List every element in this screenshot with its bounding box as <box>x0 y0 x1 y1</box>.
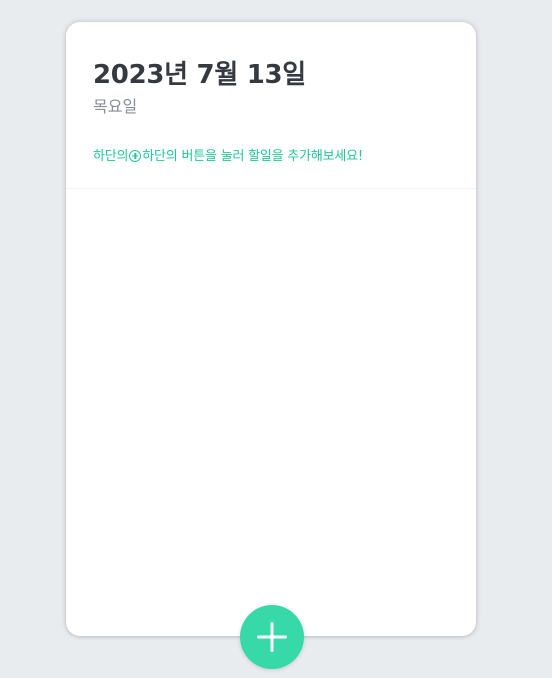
plus-circle-icon <box>129 150 142 162</box>
hint-text-before: 하단의 <box>93 149 129 164</box>
weekday-label: 목요일 <box>93 97 138 116</box>
todo-list <box>66 189 476 635</box>
todo-header: 2023년 7월 13일 목요일 하단의 하단의 버튼을 눌러 할일을 추가해보세… <box>66 22 476 189</box>
hint-text-after: 하단의 버튼을 눌러 할일을 추가해보세요! <box>142 149 363 164</box>
todo-app: 2023년 7월 13일 목요일 하단의 하단의 버튼을 눌러 할일을 추가해보세… <box>0 0 552 678</box>
add-todo-button[interactable] <box>240 605 304 669</box>
todo-card: 2023년 7월 13일 목요일 하단의 하단의 버튼을 눌러 할일을 추가해보세… <box>66 22 476 636</box>
date-title: 2023년 7월 13일 <box>93 60 306 90</box>
plus-icon <box>257 622 287 652</box>
empty-hint: 하단의 하단의 버튼을 눌러 할일을 추가해보세요! <box>93 148 449 166</box>
